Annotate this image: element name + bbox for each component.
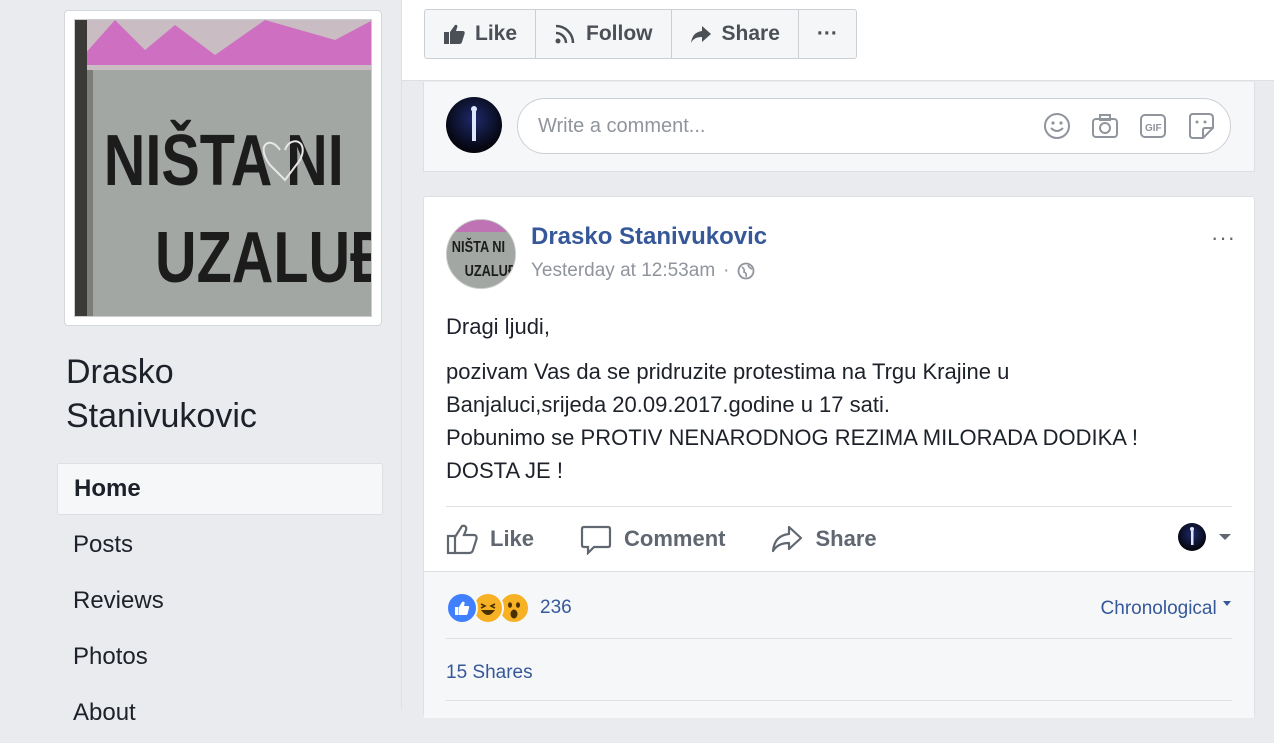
post-share-button[interactable]: Share [771, 523, 877, 555]
comment-input-icons: GIF [1042, 111, 1216, 141]
post-card: NIŠTA NI UZALUĐ Drasko Stanivukovic Yest… [423, 196, 1255, 718]
nav-item-reviews[interactable]: Reviews [57, 575, 383, 631]
post-line-1: pozivam Vas da se pridruzite protestima … [446, 359, 1010, 384]
like-reaction-icon [446, 592, 478, 624]
post-author-avatar[interactable]: NIŠTA NI UZALUĐ [446, 219, 516, 289]
emoji-icon[interactable] [1042, 111, 1072, 141]
page-nav: Home Posts Reviews Photos About [57, 463, 383, 743]
profile-picture-graffiti: NIŠTA NI UZALUĐ [75, 20, 372, 316]
column-divider [401, 0, 402, 709]
haha-reaction-glyph [480, 603, 496, 615]
nav-item-photos[interactable]: Photos [57, 631, 383, 687]
globe-icon[interactable] [737, 262, 755, 280]
post-as-avatar [1178, 523, 1206, 551]
page-more-button[interactable]: ··· [799, 10, 856, 58]
post-actions: Like Comment Share [446, 519, 923, 559]
post-comment-label: Comment [624, 526, 726, 551]
comment-placeholder: Write a comment... [538, 115, 706, 137]
comment-bubble-icon [580, 525, 612, 555]
post-author-name[interactable]: Drasko Stanivukovic [531, 223, 767, 251]
avatar-graffiti-line1: NIŠTA NI [452, 237, 505, 257]
profile-picture-frame: NIŠTA NI UZALUĐ [64, 10, 382, 326]
page-follow-button[interactable]: Follow [536, 10, 672, 58]
post-line-2: Banjaluci,srijeda 20.09.2017.godine u 17… [446, 392, 890, 417]
feedback-divider [446, 638, 1232, 639]
comment-input[interactable]: Write a comment... GIF [517, 98, 1231, 154]
page-name[interactable]: Drasko Stanivukovic [66, 350, 366, 438]
post-timestamp[interactable]: Yesterday at 12:53am [531, 260, 715, 282]
share-outline-icon [772, 525, 803, 553]
more-icon: ··· [816, 22, 838, 45]
thumbs-up-outline-icon [446, 524, 478, 555]
page-like-label: Like [475, 22, 518, 45]
graffiti-line2: UZALUĐ [155, 217, 372, 298]
post-actions-divider [446, 506, 1232, 507]
post-timestamp-row: Yesterday at 12:53am · [531, 260, 755, 282]
nav-item-home[interactable]: Home [57, 463, 383, 515]
svg-text:GIF: GIF [1145, 123, 1162, 134]
rss-follow-icon [555, 24, 575, 44]
order-caret-icon [1223, 601, 1231, 606]
comment-order-selector[interactable]: Chronological [1101, 598, 1232, 620]
graffiti-line1: NIŠTA NI [104, 120, 344, 201]
thumbs-up-icon [444, 24, 465, 44]
post-comment-button[interactable]: Comment [580, 523, 725, 555]
avatar-graffiti-line2: UZALUĐ [465, 263, 516, 281]
post-author-avatar-image: NIŠTA NI UZALUĐ [447, 220, 516, 288]
post-as-selector[interactable] [1178, 523, 1232, 551]
wow-reaction-glyph [508, 602, 520, 619]
post-line-4: DOSTA JE ! [446, 458, 563, 483]
viewer-avatar[interactable] [446, 97, 502, 153]
page-action-buttons: Like Follow Share ··· [424, 9, 857, 59]
comment-order-label: Chronological [1100, 598, 1217, 619]
post-feedback: 236 Chronological 15 Shares [424, 571, 1254, 718]
caret-down-icon [1219, 534, 1231, 540]
reaction-count: 236 [540, 597, 572, 618]
page-action-bar: Like Follow Share ··· [402, 0, 1274, 81]
feedback-divider-bottom [446, 700, 1232, 701]
page-follow-label: Follow [586, 22, 653, 45]
page-share-button[interactable]: Share [672, 10, 799, 58]
page-like-button[interactable]: Like [425, 10, 537, 58]
post-options-icon[interactable]: ··· [1211, 225, 1236, 251]
post-share-label: Share [815, 526, 877, 551]
nav-item-about[interactable]: About [57, 687, 383, 743]
page-share-label: Share [721, 22, 780, 45]
post-body: Dragi ljudi, pozivam Vas da se pridruzit… [446, 310, 1246, 487]
post-line-3: Pobunimo se PROTIV NENARODNOG REZIMA MIL… [446, 425, 1138, 450]
viewer-avatar-figure [471, 106, 477, 141]
share-arrow-icon [690, 26, 711, 43]
post-like-button[interactable]: Like [446, 523, 534, 555]
reaction-summary[interactable]: 236 [446, 592, 572, 624]
sticker-icon[interactable] [1186, 111, 1216, 141]
shares-count-link[interactable]: 15 Shares [446, 662, 533, 684]
comment-composer: Write a comment... GIF [423, 82, 1255, 172]
camera-icon[interactable] [1090, 111, 1120, 141]
profile-picture[interactable]: NIŠTA NI UZALUĐ [74, 19, 372, 317]
post-as-avatar-figure [1190, 527, 1194, 545]
left-column: NIŠTA NI UZALUĐ Drasko Stanivukovic Home… [0, 0, 402, 726]
like-reaction-glyph [455, 601, 470, 615]
timestamp-separator: · [723, 260, 730, 281]
nav-item-posts[interactable]: Posts [57, 519, 383, 575]
post-like-label: Like [490, 526, 535, 551]
post-greeting: Dragi ljudi, [446, 314, 550, 339]
gif-icon[interactable]: GIF [1138, 111, 1168, 141]
